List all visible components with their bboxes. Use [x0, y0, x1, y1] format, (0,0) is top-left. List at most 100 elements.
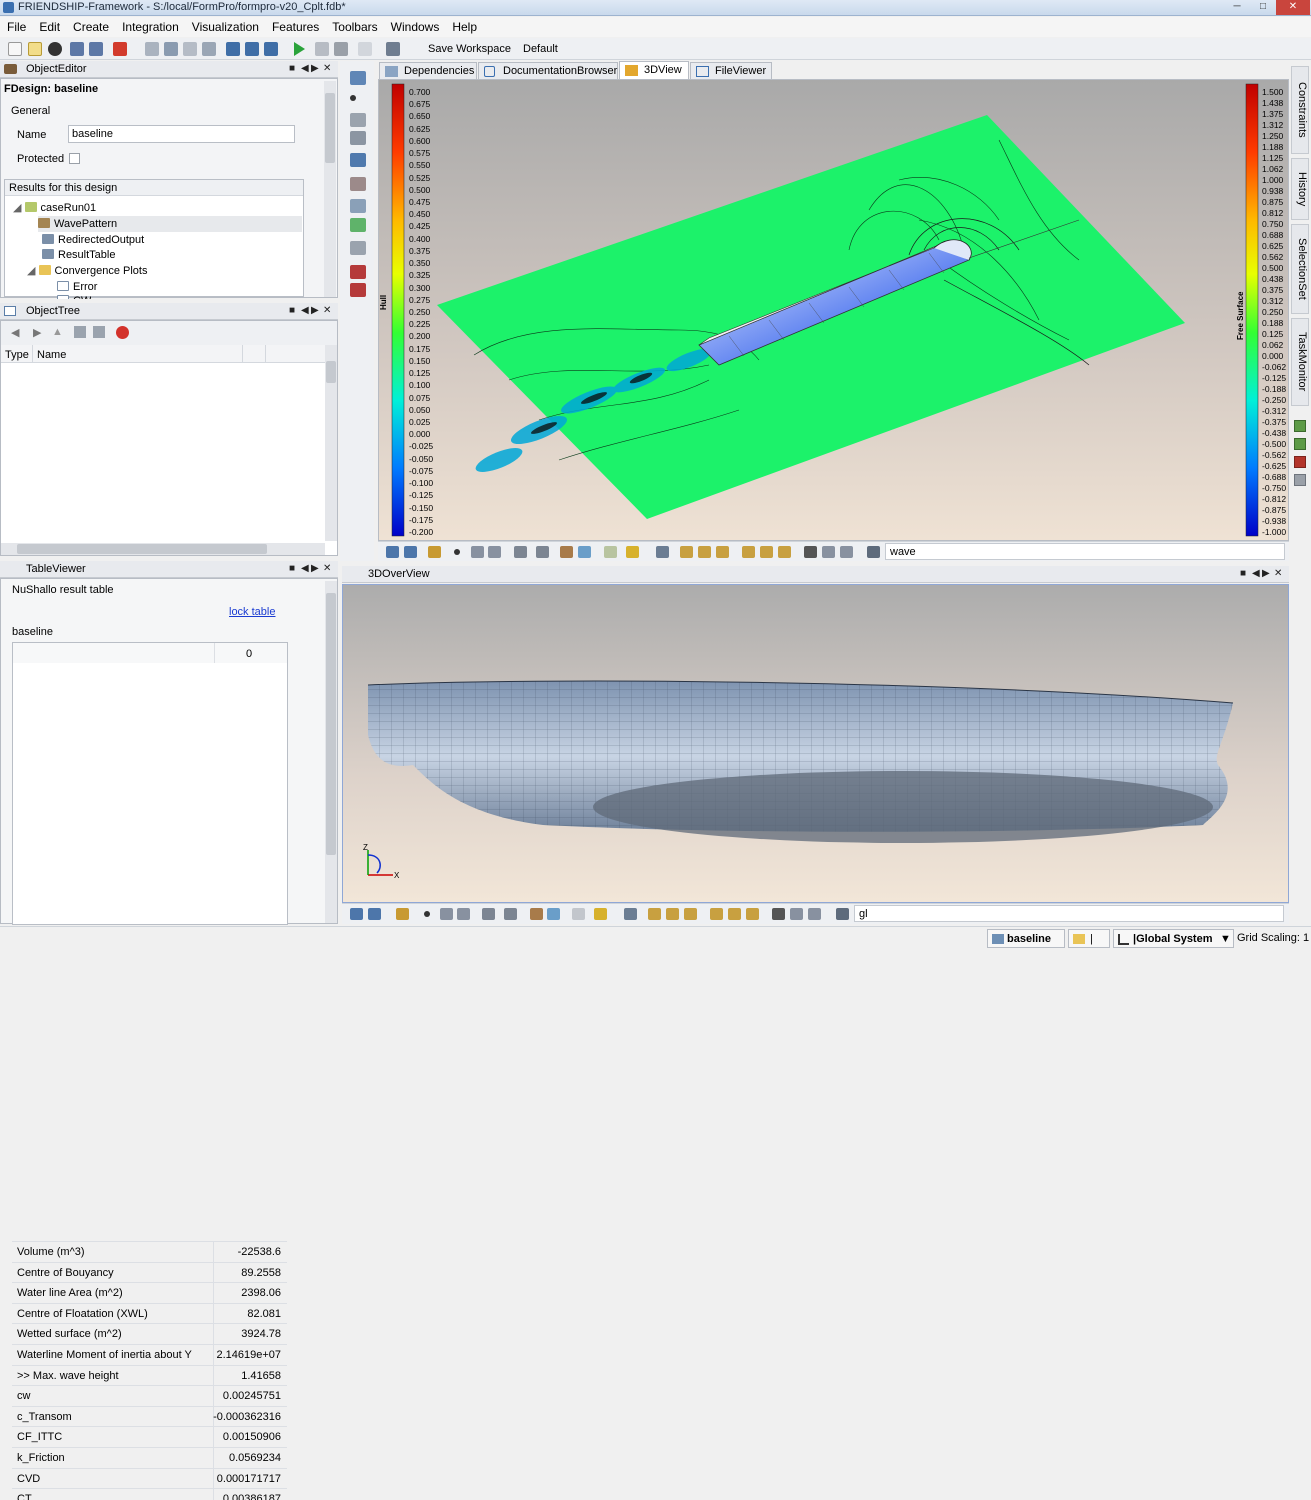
graph-icon[interactable] [264, 42, 278, 56]
axis-view-icon[interactable] [547, 908, 560, 920]
menu-create[interactable]: Create [66, 17, 115, 34]
surface-filter-icon[interactable] [488, 546, 501, 558]
float-panel-icon[interactable]: ■ [289, 61, 295, 77]
view-neg-z-icon[interactable] [746, 908, 759, 920]
table-scrollbar[interactable] [325, 581, 337, 923]
table-row[interactable]: c_Transom -0.000362316 [12, 1405, 287, 1427]
view-x-icon[interactable] [648, 908, 661, 920]
view-neg-z-icon[interactable] [778, 546, 791, 558]
light-icon[interactable] [626, 546, 639, 558]
curve-filter-icon[interactable] [440, 908, 453, 920]
results-item-cw[interactable]: CW [57, 293, 91, 299]
view-neg-y-icon[interactable] [760, 546, 773, 558]
redo-icon[interactable] [183, 42, 197, 56]
design-icon[interactable] [226, 42, 240, 56]
lock-table-link[interactable]: lock table [229, 606, 275, 618]
close-file-icon[interactable] [48, 42, 62, 56]
view-y-icon[interactable] [698, 546, 711, 558]
table-row[interactable]: CVD 0.000171717 [12, 1467, 287, 1489]
table-row[interactable]: >> Max. wave height 1.41658 [12, 1364, 287, 1386]
grid-icon[interactable] [822, 546, 835, 558]
side-tab-constraints[interactable]: Constraints [1291, 66, 1309, 154]
stop-icon[interactable] [113, 42, 127, 56]
table-row[interactable]: Centre of Bouyancy 89.2558 [12, 1261, 287, 1283]
menu-visualization[interactable]: Visualization [185, 17, 265, 34]
grid-icon[interactable] [790, 908, 803, 920]
expand-panel-icon[interactable]: ▶ [1262, 566, 1270, 582]
plane-icon[interactable] [350, 265, 366, 279]
close-panel-icon[interactable]: ✕ [323, 561, 331, 577]
expand-panel-icon[interactable]: ▶ [311, 561, 319, 577]
expand-panel-icon[interactable]: ▶ [311, 61, 319, 77]
table-row[interactable]: Water line Area (m^2) 2398.06 [12, 1282, 287, 1304]
mesh-icon[interactable] [536, 546, 549, 558]
menu-integration[interactable]: Integration [115, 17, 185, 34]
lock-icon[interactable] [572, 908, 585, 920]
lock-icon[interactable] [604, 546, 617, 558]
view-y-icon[interactable] [666, 908, 679, 920]
delete-icon[interactable] [116, 326, 129, 339]
close-panel-icon[interactable]: ✕ [323, 303, 331, 319]
zoom-box-icon[interactable] [368, 908, 381, 920]
float-panel-icon[interactable]: ■ [1240, 566, 1246, 582]
stop-run-icon[interactable] [334, 42, 348, 56]
table-row[interactable]: Waterline Moment of inertia about Y 2.146… [12, 1344, 287, 1365]
view-neg-x-icon[interactable] [742, 546, 755, 558]
chevron-down-icon[interactable]: ▼ [1220, 933, 1231, 945]
results-item-convergence[interactable]: ◢ Convergence Plots [27, 263, 147, 279]
tab-fileviewer[interactable]: FileViewer [690, 62, 772, 79]
editor-scrollbar[interactable] [324, 81, 336, 297]
save-workspace-button[interactable]: Save Workspace [428, 43, 511, 55]
point-filter-icon[interactable] [454, 549, 460, 555]
tab-dependencies[interactable]: Dependencies [379, 62, 477, 79]
overview-canvas[interactable]: Z X [342, 584, 1289, 903]
type-column[interactable]: Type [5, 349, 29, 361]
status-error-icon[interactable] [1294, 456, 1306, 468]
results-item-redirected[interactable]: RedirectedOutput [42, 232, 144, 248]
shade-icon[interactable] [560, 546, 573, 558]
status-info-icon[interactable] [1294, 474, 1306, 486]
maximize-button[interactable]: □ [1250, 0, 1276, 15]
menu-edit[interactable]: Edit [32, 17, 66, 34]
offset-icon[interactable] [350, 241, 366, 255]
back-icon[interactable]: ◀ [11, 326, 19, 339]
point-icon[interactable] [350, 95, 356, 101]
3d-view-filter-input[interactable] [885, 543, 1285, 560]
view-neg-x-icon[interactable] [710, 908, 723, 920]
table-row[interactable]: Wetted surface (m^2) 3924.78 [12, 1323, 287, 1345]
status-ok-icon-2[interactable] [1294, 438, 1306, 450]
copy-icon[interactable] [74, 326, 86, 338]
table-row[interactable]: Centre of Floatation (XWL) 82.081 [12, 1302, 287, 1324]
screenshot-icon[interactable] [772, 908, 785, 920]
tree-hscrollbar[interactable] [1, 543, 325, 555]
menu-file[interactable]: File [0, 17, 32, 34]
side-tab-selectionset[interactable]: SelectionSet [1291, 224, 1309, 314]
table-row[interactable]: k_Friction 0.0569234 [12, 1447, 287, 1468]
results-item-resulttable[interactable]: ResultTable [42, 247, 115, 263]
overview-filter-input[interactable] [854, 905, 1284, 922]
menu-windows[interactable]: Windows [384, 17, 446, 34]
axis-view-icon[interactable] [578, 546, 591, 558]
results-item-caserun[interactable]: ◢ caseRun01 [13, 200, 96, 216]
open-folder-icon[interactable] [28, 42, 42, 56]
status-design[interactable]: baseline [987, 929, 1065, 948]
clean-icon[interactable] [145, 42, 159, 56]
forward-icon[interactable]: ▶ [33, 326, 41, 339]
zoom-box-icon[interactable] [404, 546, 417, 558]
pin-panel-icon[interactable]: ◀ [301, 61, 309, 77]
axis-icon[interactable] [350, 283, 366, 297]
expand-panel-icon[interactable]: ▶ [311, 303, 319, 319]
solid-icon[interactable] [350, 177, 366, 191]
float-panel-icon[interactable]: ■ [289, 303, 295, 319]
snap-icon[interactable] [840, 546, 853, 558]
screenshot-icon[interactable] [804, 546, 817, 558]
rotate-icon[interactable] [656, 546, 669, 558]
workspace-icon[interactable] [386, 42, 400, 56]
name-input[interactable] [68, 125, 295, 143]
3d-view-canvas[interactable]: Hull Free Surface 0.700 0.675 0.650 0.625 0.… [378, 79, 1289, 541]
status-ok-icon[interactable] [1294, 420, 1306, 432]
surface-icon[interactable] [350, 131, 366, 145]
lines-icon[interactable] [482, 908, 495, 920]
box-icon[interactable] [350, 153, 366, 167]
dots-icon[interactable] [350, 199, 366, 213]
